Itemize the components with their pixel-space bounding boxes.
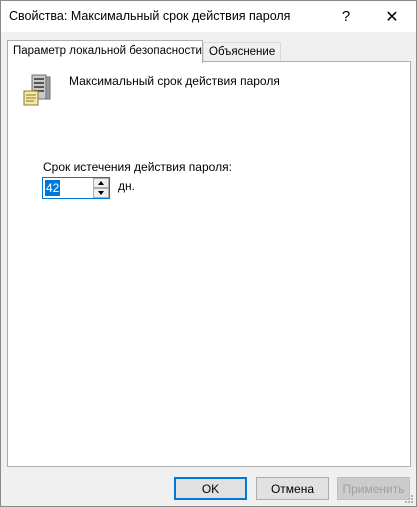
stepper-down-button[interactable] bbox=[93, 188, 109, 198]
tab-strip: Параметр локальной безопасности Объяснен… bbox=[7, 40, 410, 63]
password-age-input[interactable]: 42 bbox=[45, 180, 61, 196]
tab-local-security-setting[interactable]: Параметр локальной безопасности bbox=[7, 40, 203, 63]
chevron-up-icon bbox=[98, 181, 104, 185]
close-button[interactable]: ✕ bbox=[369, 1, 415, 32]
stepper-up-button[interactable] bbox=[93, 178, 109, 188]
chevron-down-icon bbox=[98, 191, 104, 195]
window-title: Свойства: Максимальный срок действия пар… bbox=[9, 9, 291, 23]
help-button[interactable]: ? bbox=[323, 1, 369, 32]
help-icon: ? bbox=[341, 8, 351, 25]
resize-grip-icon[interactable] bbox=[404, 494, 414, 504]
days-unit-label: дн. bbox=[118, 179, 135, 193]
apply-button[interactable]: Применить bbox=[337, 477, 410, 500]
tab-panel: Максимальный срок действия пароля Срок и… bbox=[7, 61, 411, 467]
cancel-button[interactable]: Отмена bbox=[256, 477, 329, 500]
server-icon bbox=[23, 74, 51, 106]
policy-name: Максимальный срок действия пароля bbox=[69, 74, 280, 88]
tab-explain[interactable]: Объяснение bbox=[203, 42, 281, 62]
password-expiry-label: Срок истечения действия пароля: bbox=[43, 160, 232, 174]
ok-button[interactable]: OK bbox=[174, 477, 247, 500]
title-bar[interactable]: Свойства: Максимальный срок действия пар… bbox=[1, 1, 416, 32]
close-icon: ✕ bbox=[385, 8, 399, 26]
password-age-stepper[interactable]: 42 bbox=[42, 177, 110, 199]
properties-dialog: Свойства: Максимальный срок действия пар… bbox=[0, 0, 417, 507]
